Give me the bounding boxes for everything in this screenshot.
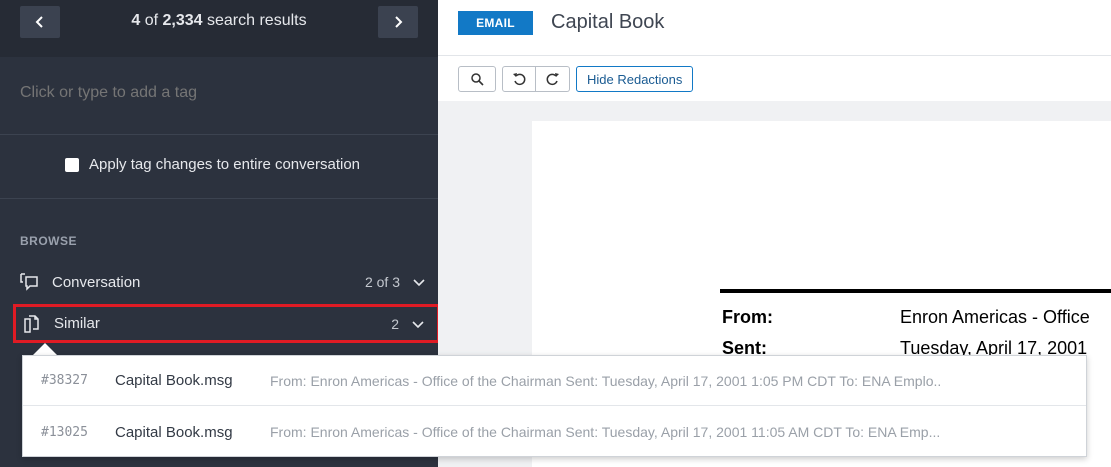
result-doc-id: #13025 [41,424,88,440]
results-navigation: 4 of 2,334 search results [0,0,438,57]
divider [0,198,438,199]
chevron-down-icon[interactable] [412,275,426,289]
rotate-right-icon [546,73,559,86]
apply-conversation-checkbox-row[interactable]: Apply tag changes to entire conversation [65,156,360,173]
rotate-left-icon [513,73,526,86]
result-count: 4 of 2,334 search results [70,12,368,30]
divider [0,134,438,135]
similar-docs-icon [20,313,42,335]
total-results-number: 2,334 [162,12,203,29]
document-type-badge: EMAIL [458,11,533,35]
browse-item-conversation[interactable]: Conversation 2 of 3 [14,264,438,300]
similar-result-row[interactable]: #38327 Capital Book.msg From: Enron Amer… [23,356,1086,406]
rotate-left-button[interactable] [502,66,536,92]
popup-caret [33,343,57,355]
search-button[interactable] [458,66,496,92]
header-rule [720,289,1111,293]
hide-redactions-button[interactable]: Hide Redactions [576,66,694,92]
result-doc-snippet: From: Enron Americas - Office of the Cha… [270,424,941,440]
from-label: From: [722,307,773,327]
document-toolbar: Hide Redactions [458,66,694,92]
from-value: Enron Americas - Office [900,307,1090,327]
previous-result-button[interactable] [20,6,60,38]
next-result-button[interactable] [378,6,418,38]
conversation-icon [18,271,40,293]
browse-item-count: 2 of 3 [364,274,400,290]
search-icon [471,73,484,86]
chevron-right-icon [395,16,403,28]
browse-heading: BROWSE [20,234,77,248]
browse-item-count: 2 [391,315,399,332]
apply-conversation-label: Apply tag changes to entire conversation [89,156,361,173]
browse-item-label: Similar [54,315,100,332]
current-result-number: 4 [131,12,141,29]
similar-results-popup: #38327 Capital Book.msg From: Enron Amer… [22,355,1087,457]
document-header: EMAIL Capital Book [438,0,1111,56]
tag-input[interactable] [20,84,420,102]
browse-item-label: Conversation [52,273,141,291]
result-doc-snippet: From: Enron Americas - Office of the Cha… [270,372,942,389]
apply-conversation-checkbox[interactable] [65,157,79,172]
rotate-right-button[interactable] [536,66,570,92]
result-doc-name: Capital Book.msg [115,372,233,389]
chevron-left-icon [35,16,43,28]
similar-result-row[interactable]: #13025 Capital Book.msg From: Enron Amer… [23,407,1086,457]
result-doc-name: Capital Book.msg [115,423,233,441]
rotate-group [502,66,570,92]
document-title: Capital Book [551,11,665,33]
browse-item-similar[interactable]: Similar 2 [13,304,440,343]
chevron-down-icon[interactable] [411,317,425,331]
result-of-text: of [140,12,163,29]
result-suffix-text: search results [202,12,307,29]
result-doc-id: #38327 [41,373,88,388]
